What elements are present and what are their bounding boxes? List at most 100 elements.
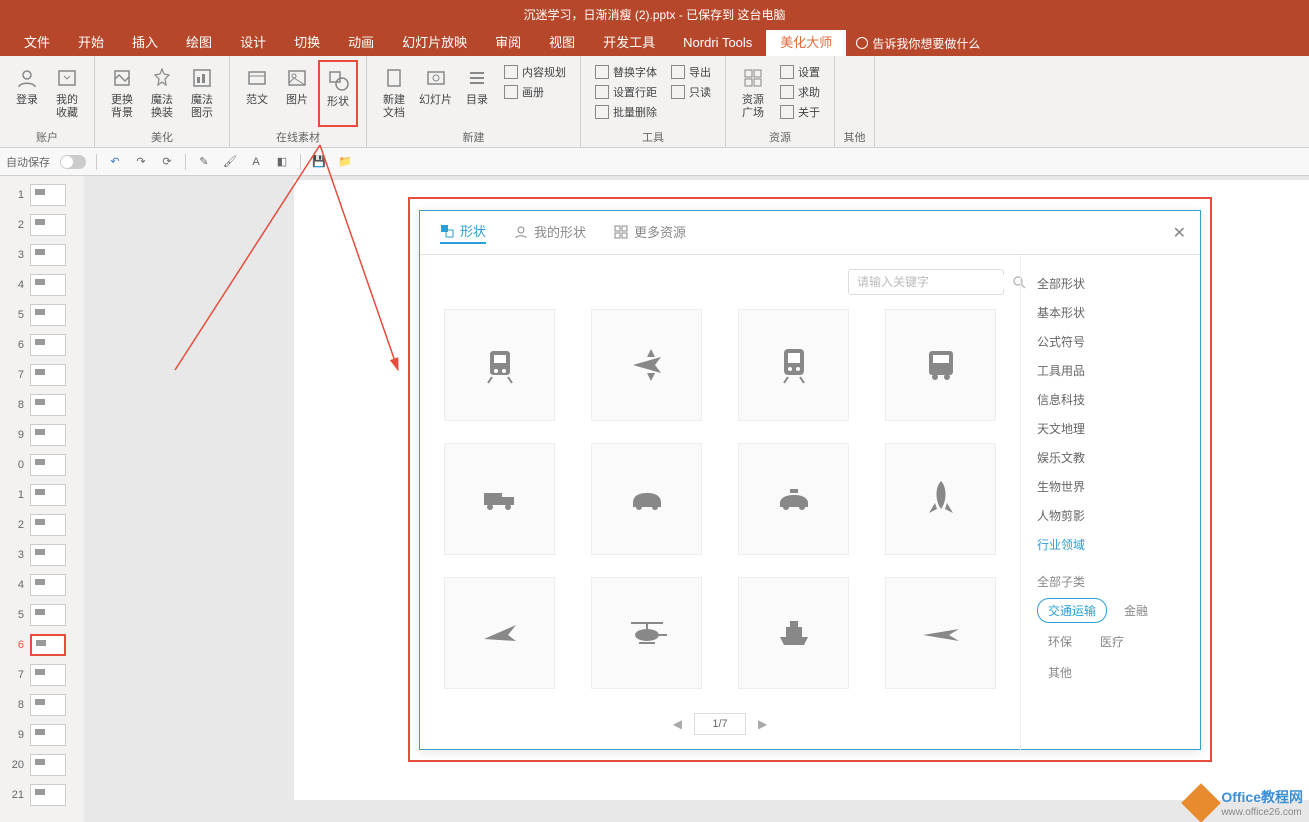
readonly-button[interactable]: 只读 (671, 84, 711, 100)
category-0[interactable]: 全部形状 (1037, 269, 1184, 298)
undo-icon[interactable]: ↶ (107, 154, 123, 170)
magic-swap-button[interactable]: 魔法 换装 (143, 60, 181, 127)
thumbnail-18[interactable]: 8 (0, 690, 84, 720)
thumbnail-8[interactable]: 8 (0, 390, 84, 420)
replace-font-button[interactable]: 替换字体 (595, 64, 657, 80)
template-button[interactable]: 范文 (238, 60, 276, 127)
thumbnail-20[interactable]: 20 (0, 750, 84, 780)
pager-next[interactable]: ▶ (754, 717, 771, 731)
tab-design[interactable]: 设计 (226, 30, 280, 56)
shape-card-plane[interactable] (591, 309, 702, 421)
format-icon[interactable]: ✎ (196, 154, 212, 170)
fill-color-icon[interactable]: ◧ (274, 154, 290, 170)
autosave-toggle[interactable] (60, 155, 86, 169)
font-color-icon[interactable]: A (248, 154, 264, 170)
thumbnail-19[interactable]: 9 (0, 720, 84, 750)
tab-animation[interactable]: 动画 (334, 30, 388, 56)
close-icon[interactable]: ✕ (1173, 223, 1186, 243)
tab-nordri[interactable]: Nordri Tools (669, 30, 766, 56)
picture-button[interactable]: 图片 (278, 60, 316, 127)
tab-insert[interactable]: 插入 (118, 30, 172, 56)
shape-card-truck[interactable] (444, 443, 555, 555)
shape-button[interactable]: 形状 (318, 60, 358, 127)
paint-icon[interactable]: 🖌 (222, 154, 238, 170)
shape-card-police-car[interactable] (738, 443, 849, 555)
tab-view[interactable]: 视图 (535, 30, 589, 56)
pager-prev[interactable]: ◀ (669, 717, 686, 731)
category-7[interactable]: 生物世界 (1037, 472, 1184, 501)
about-button[interactable]: 关于 (780, 104, 820, 120)
redo-icon[interactable]: ↷ (133, 154, 149, 170)
subcat-2[interactable]: 环保 (1037, 629, 1083, 654)
thumbnail-2[interactable]: 2 (0, 210, 84, 240)
thumbnail-17[interactable]: 7 (0, 660, 84, 690)
thumbnail-14[interactable]: 4 (0, 570, 84, 600)
shape-card-car[interactable] (591, 443, 702, 555)
thumbnail-5[interactable]: 5 (0, 300, 84, 330)
help-button[interactable]: 求助 (780, 84, 820, 100)
repeat-icon[interactable]: ⟳ (159, 154, 175, 170)
subcat-3[interactable]: 医疗 (1089, 629, 1135, 654)
category-1[interactable]: 基本形状 (1037, 298, 1184, 327)
tab-home[interactable]: 开始 (64, 30, 118, 56)
magic-chart-button[interactable]: 魔法 图示 (183, 60, 221, 127)
export-button[interactable]: 导出 (671, 64, 711, 80)
category-6[interactable]: 娱乐文教 (1037, 443, 1184, 472)
tab-developer[interactable]: 开发工具 (589, 30, 669, 56)
thumbnail-16[interactable]: 6 (0, 630, 84, 660)
tab-beautify[interactable]: 美化大师 (766, 30, 846, 56)
batch-delete-button[interactable]: 批量删除 (595, 104, 657, 120)
category-4[interactable]: 信息科技 (1037, 385, 1184, 414)
thumbnail-10[interactable]: 0 (0, 450, 84, 480)
thumbnail-3[interactable]: 3 (0, 240, 84, 270)
shape-card-plane2[interactable] (444, 577, 555, 689)
subcat-0[interactable]: 交通运输 (1037, 598, 1107, 623)
new-doc-button[interactable]: 新建 文档 (375, 60, 413, 127)
thumbnail-11[interactable]: 1 (0, 480, 84, 510)
tab-review[interactable]: 审阅 (481, 30, 535, 56)
thumbnail-4[interactable]: 4 (0, 270, 84, 300)
content-plan-button[interactable]: 内容规划 (504, 64, 566, 80)
subcat-4[interactable]: 其他 (1037, 660, 1083, 685)
category-9[interactable]: 行业领域 (1037, 530, 1184, 559)
favorites-button[interactable]: 我的 收藏 (48, 60, 86, 127)
shape-card-train[interactable] (444, 309, 555, 421)
thumbnail-6[interactable]: 6 (0, 330, 84, 360)
resource-plaza-button[interactable]: 资源 广场 (734, 60, 772, 127)
subcat-1[interactable]: 金融 (1113, 598, 1159, 623)
category-5[interactable]: 天文地理 (1037, 414, 1184, 443)
tab-slideshow[interactable]: 幻灯片放映 (388, 30, 481, 56)
tab-file[interactable]: 文件 (10, 30, 64, 56)
thumbnail-12[interactable]: 2 (0, 510, 84, 540)
tab-transition[interactable]: 切换 (280, 30, 334, 56)
category-8[interactable]: 人物剪影 (1037, 501, 1184, 530)
login-button[interactable]: 登录 (8, 60, 46, 127)
thumbnail-15[interactable]: 5 (0, 600, 84, 630)
thumbnail-13[interactable]: 3 (0, 540, 84, 570)
tell-me-search[interactable]: 告诉我你想要做什么 (856, 35, 980, 52)
shape-card-jet[interactable] (885, 577, 996, 689)
thumbnail-1[interactable]: 1 (0, 180, 84, 210)
album-button[interactable]: 画册 (504, 84, 566, 100)
line-spacing-button[interactable]: 设置行距 (595, 84, 657, 100)
toc-button[interactable]: 目录 (458, 60, 496, 127)
panel-tab-myshapes[interactable]: 我的形状 (514, 222, 586, 243)
settings-button[interactable]: 设置 (780, 64, 820, 80)
category-3[interactable]: 工具用品 (1037, 356, 1184, 385)
thumbnail-7[interactable]: 7 (0, 360, 84, 390)
shape-card-helicopter[interactable] (591, 577, 702, 689)
tab-draw[interactable]: 绘图 (172, 30, 226, 56)
change-bg-button[interactable]: 更换 背景 (103, 60, 141, 127)
panel-tab-more[interactable]: 更多资源 (614, 222, 686, 243)
search-input[interactable] (848, 269, 1004, 295)
folder-icon[interactable]: 📁 (337, 154, 353, 170)
panel-tab-shapes[interactable]: 形状 (440, 221, 486, 244)
shape-card-metro[interactable] (738, 309, 849, 421)
save-icon[interactable]: 💾 (311, 154, 327, 170)
category-2[interactable]: 公式符号 (1037, 327, 1184, 356)
shape-card-ship[interactable] (738, 577, 849, 689)
thumbnail-9[interactable]: 9 (0, 420, 84, 450)
thumbnail-21[interactable]: 21 (0, 780, 84, 810)
shape-card-rocket[interactable] (885, 443, 996, 555)
slide-button[interactable]: 幻灯片 (415, 60, 456, 127)
